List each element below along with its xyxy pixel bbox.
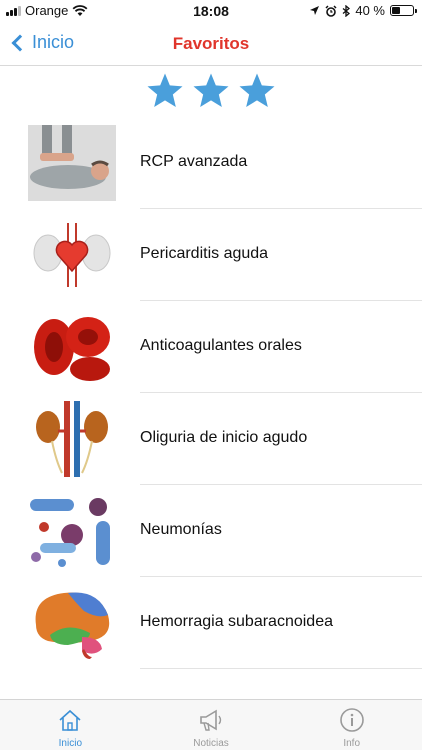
list-item-label: Hemorragia subaracnoidea [140, 613, 333, 630]
rating-stars [0, 67, 422, 117]
star-icon [193, 73, 229, 107]
megaphone-icon [200, 709, 222, 731]
list-item[interactable]: Neumonías [0, 485, 422, 577]
tab-info[interactable]: Info [281, 700, 422, 750]
star-icon [147, 73, 183, 107]
tab-label: Noticias [193, 738, 229, 749]
location-arrow-icon [310, 6, 320, 15]
list-item[interactable]: Pericarditis aguda [0, 209, 422, 301]
list-item[interactable]: Oliguria de inicio agudo [0, 393, 422, 485]
page-title: Favoritos [172, 34, 250, 53]
tab-inicio[interactable]: Inicio [0, 700, 141, 750]
info-icon [339, 708, 364, 732]
cpr-illustration [26, 125, 118, 201]
tab-label: Info [343, 738, 361, 749]
row-separator [140, 668, 422, 669]
favorites-list: RCP avanzada Pericarditis aguda Anticoag… [0, 117, 422, 669]
list-item-label: RCP avanzada [140, 153, 248, 170]
red-blood-cells-illustration [26, 309, 118, 385]
battery-percent: 40 % [355, 3, 385, 18]
tab-noticias[interactable]: Noticias [141, 700, 282, 750]
microbes-illustration [26, 493, 118, 569]
battery-level [392, 7, 400, 14]
list-item[interactable]: RCP avanzada [0, 117, 422, 209]
list-item-label: Pericarditis aguda [140, 245, 269, 262]
kidneys-illustration [26, 401, 118, 477]
alarm-icon [325, 4, 337, 17]
tab-label: Inicio [58, 738, 83, 749]
list-item[interactable]: Anticoagulantes orales [0, 301, 422, 393]
bluetooth-icon [342, 4, 351, 17]
list-item-label: Anticoagulantes orales [140, 337, 302, 354]
brain-illustration [26, 585, 118, 661]
list-item-label: Oliguria de inicio agudo [140, 429, 308, 446]
home-icon [59, 709, 81, 731]
heart-pericardium-illustration [26, 217, 118, 293]
star-icon [239, 73, 275, 107]
list-item-label: Neumonías [140, 521, 222, 538]
list-item[interactable]: Hemorragia subaracnoidea [0, 577, 422, 669]
status-bar: Orange 18:08 40 % [0, 0, 422, 22]
status-right: 40 % [309, 3, 417, 18]
navigation-bar: Inicio Favoritos [0, 22, 422, 66]
battery-icon [390, 5, 417, 16]
tab-bar: Inicio Noticias Info [0, 699, 422, 750]
